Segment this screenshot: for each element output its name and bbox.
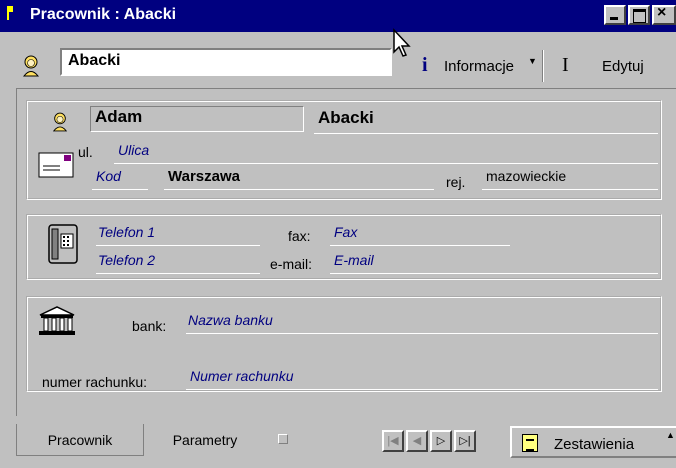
info-button-label: Informacje	[444, 58, 515, 75]
close-button[interactable]: ×	[652, 4, 676, 25]
info-button[interactable]: i Informacje ▼	[418, 52, 538, 80]
tab-bar: Pracownik Parametry |◀ ◀ ▷ ▷| Zestawieni…	[16, 416, 676, 468]
app-icon	[7, 6, 13, 20]
next-record-button[interactable]: ▷	[430, 430, 452, 452]
fax-label: fax:	[288, 228, 311, 244]
fax-field[interactable]: Fax	[330, 224, 510, 246]
reports-button-label: Zestawienia	[554, 436, 635, 453]
email-field[interactable]: E-mail	[330, 252, 658, 274]
account-number-field[interactable]: Numer rachunku	[186, 368, 658, 390]
contact-group: Telefon 1 Telefon 2 fax: Fax e-mail: E-m…	[26, 214, 662, 280]
city-field[interactable]: Warszawa	[164, 168, 434, 190]
street-prefix-label: ul.	[78, 144, 93, 160]
name-field[interactable]: Abacki	[60, 48, 392, 76]
report-document-icon	[522, 434, 538, 452]
toolbar-separator	[542, 50, 544, 82]
text-cursor-icon: I	[562, 54, 569, 76]
address-group: Adam Abacki ul. Ulica Kod Warszawa rej. …	[26, 100, 662, 200]
last-record-button[interactable]: ▷|	[454, 430, 476, 452]
maximize-button[interactable]	[628, 5, 650, 25]
bank-name-field[interactable]: Nazwa banku	[186, 312, 658, 334]
phone2-field[interactable]: Telefon 2	[96, 252, 260, 274]
envelope-icon	[38, 152, 74, 178]
mouse-pointer-icon	[393, 28, 411, 57]
minimize-button[interactable]	[604, 5, 626, 25]
info-icon: i	[422, 54, 428, 76]
account-number-label: numer rachunku:	[42, 374, 148, 390]
email-label: e-mail:	[270, 256, 313, 272]
street-field[interactable]: Ulica	[114, 142, 658, 164]
postal-code-field[interactable]: Kod	[92, 168, 148, 190]
first-record-button[interactable]: |◀	[382, 430, 404, 452]
title-bar[interactable]: Pracownik : Abacki ×	[0, 0, 676, 32]
phone1-field[interactable]: Telefon 1	[96, 224, 260, 246]
region-field[interactable]: mazowieckie	[482, 168, 658, 190]
first-record-icon: |◀	[387, 435, 399, 447]
close-icon: ×	[657, 4, 667, 21]
last-record-icon: ▷|	[459, 435, 471, 447]
reports-button[interactable]: Zestawienia ▲	[510, 426, 676, 458]
edit-button-label: Edytuj	[602, 58, 644, 75]
bank-label: bank:	[132, 318, 167, 334]
previous-record-icon: ◀	[412, 435, 422, 447]
edit-button[interactable]: I Edytuj	[550, 52, 670, 80]
bank-group: bank: Nazwa banku numer rachunku: Numer …	[26, 296, 662, 392]
dropdown-up-arrow-icon: ▲	[666, 430, 675, 440]
first-name-field[interactable]: Adam	[90, 106, 304, 132]
tab-marker-icon	[278, 434, 288, 444]
next-record-icon: ▷	[436, 435, 446, 447]
region-label: rej.	[446, 174, 466, 190]
person-icon	[52, 112, 68, 132]
tab-pracownik[interactable]: Pracownik	[16, 424, 144, 456]
tab-parametry[interactable]: Parametry	[150, 424, 260, 456]
previous-record-button[interactable]: ◀	[406, 430, 428, 452]
bank-building-icon	[39, 306, 75, 335]
window-title: Pracownik : Abacki	[30, 6, 177, 23]
telephone-icon	[48, 224, 78, 264]
last-name-field[interactable]: Abacki	[314, 108, 658, 134]
person-icon	[22, 55, 40, 77]
dropdown-arrow-icon: ▼	[528, 56, 537, 66]
